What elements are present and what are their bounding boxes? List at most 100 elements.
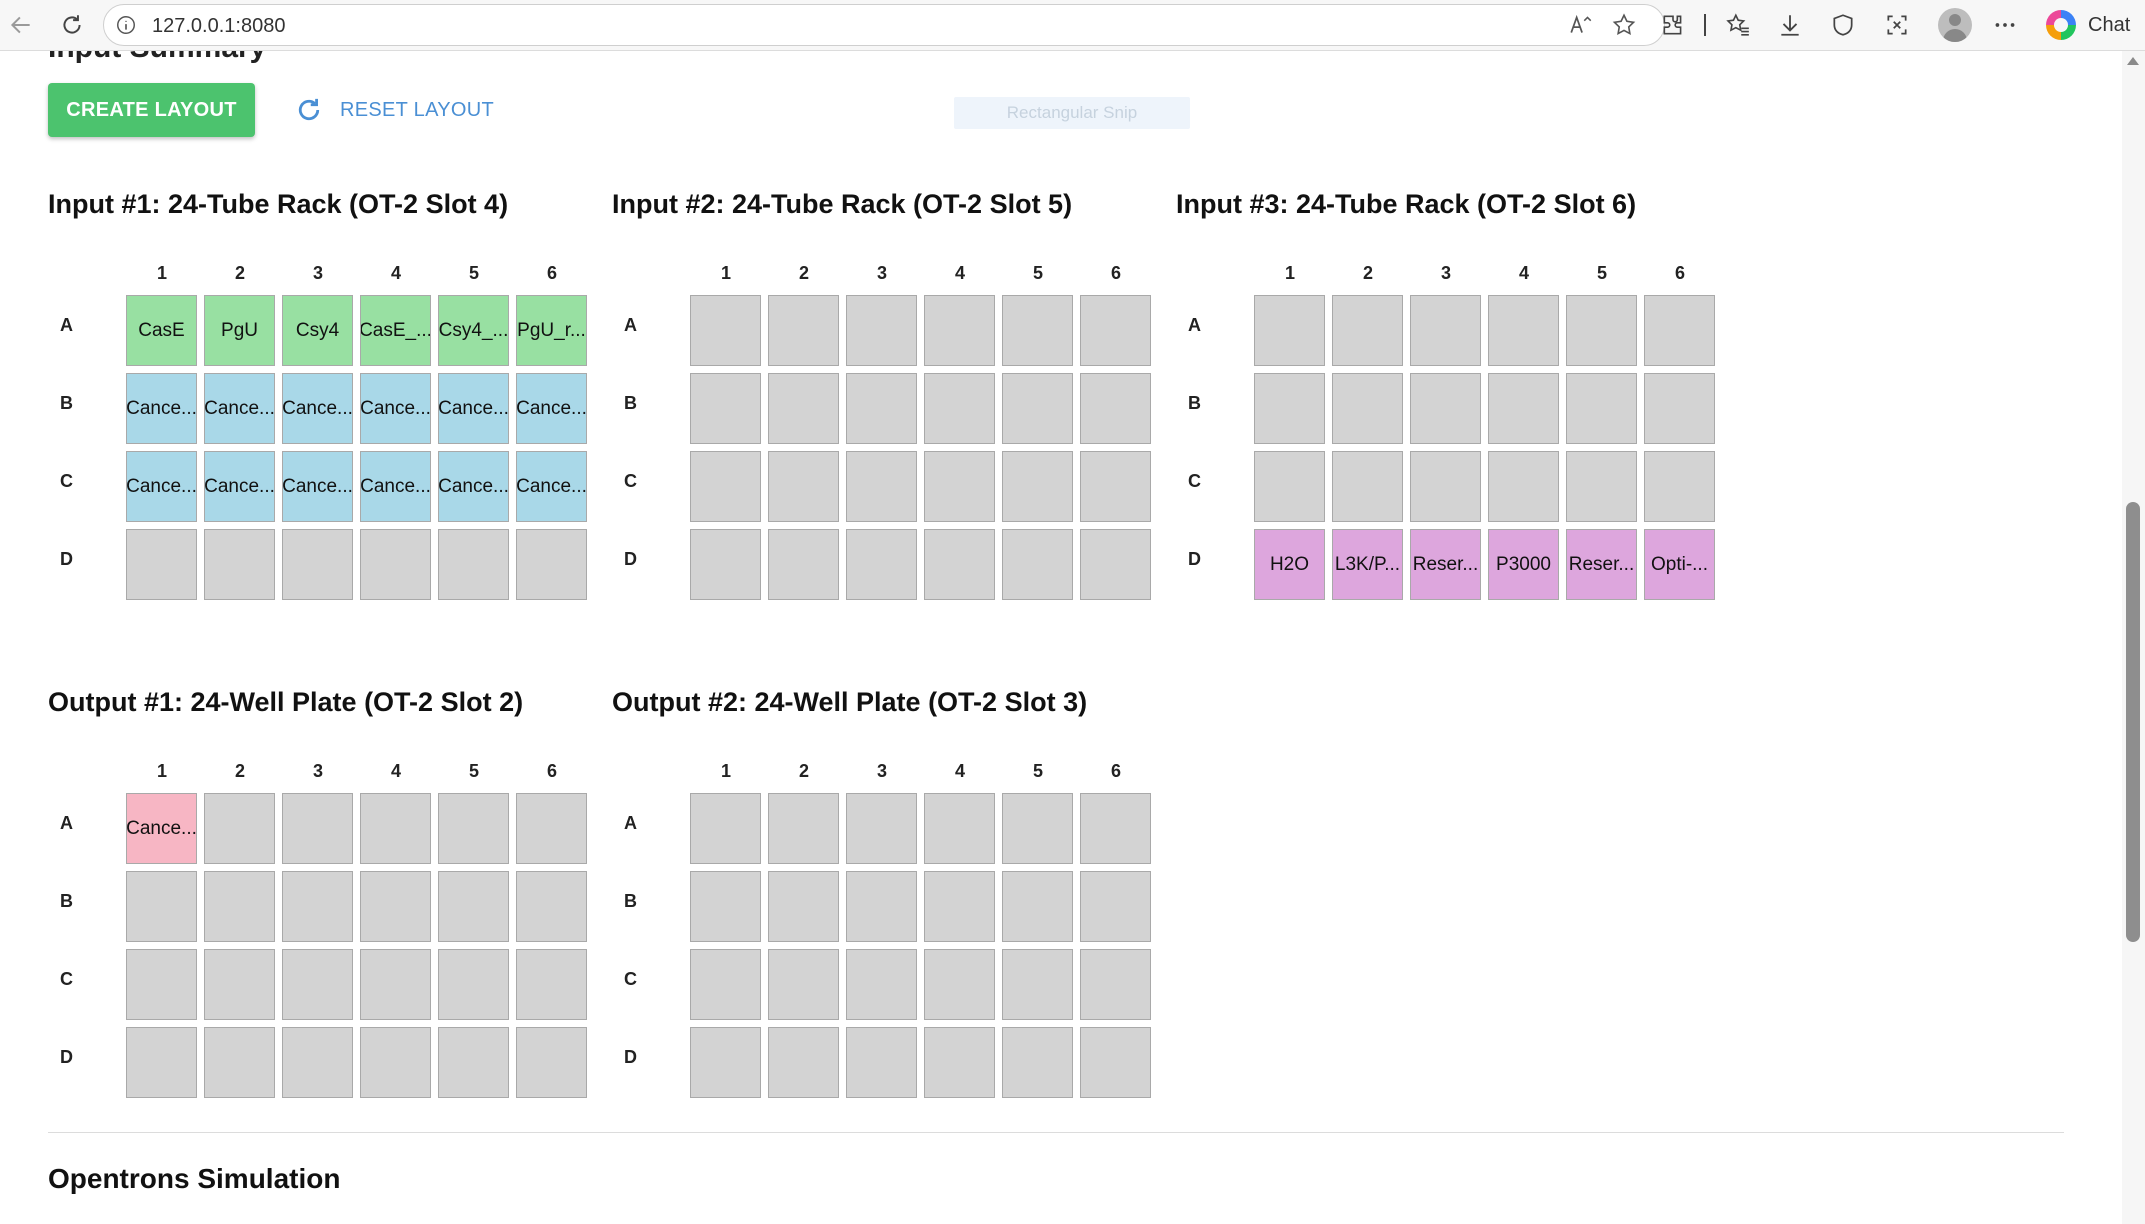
well-d1[interactable]	[126, 529, 197, 600]
scrollbar-thumb[interactable]	[2126, 502, 2140, 942]
well-d5[interactable]	[1002, 529, 1073, 600]
well-c3[interactable]	[846, 949, 917, 1020]
well-c5[interactable]: Cance...	[438, 451, 509, 522]
well-a4[interactable]	[360, 793, 431, 864]
well-c4[interactable]	[924, 949, 995, 1020]
well-a1[interactable]	[1254, 295, 1325, 366]
well-b6[interactable]: Cance...	[516, 373, 587, 444]
well-d6[interactable]	[516, 1027, 587, 1098]
back-icon[interactable]	[4, 8, 38, 42]
well-b6[interactable]	[1080, 373, 1151, 444]
well-c5[interactable]	[1566, 451, 1637, 522]
well-c2[interactable]	[204, 949, 275, 1020]
well-b2[interactable]	[768, 871, 839, 942]
url-text[interactable]: 127.0.0.1:8080	[152, 15, 285, 38]
well-b2[interactable]	[204, 871, 275, 942]
well-b1[interactable]: Cance...	[126, 373, 197, 444]
well-c4[interactable]	[1488, 451, 1559, 522]
well-c4[interactable]: Cance...	[360, 451, 431, 522]
copilot-chat-button[interactable]: Chat	[2046, 6, 2142, 44]
well-c6[interactable]	[1644, 451, 1715, 522]
well-c1[interactable]	[690, 949, 761, 1020]
well-c2[interactable]	[1332, 451, 1403, 522]
well-d3[interactable]	[282, 529, 353, 600]
well-d4[interactable]	[924, 1027, 995, 1098]
well-c3[interactable]: Cance...	[282, 451, 353, 522]
well-c3[interactable]	[1410, 451, 1481, 522]
well-b6[interactable]	[1644, 373, 1715, 444]
well-c1[interactable]	[690, 451, 761, 522]
well-c2[interactable]: Cance...	[204, 451, 275, 522]
well-d5[interactable]: Reser...	[1566, 529, 1637, 600]
well-c1[interactable]	[1254, 451, 1325, 522]
well-d3[interactable]	[846, 529, 917, 600]
well-d6[interactable]	[516, 529, 587, 600]
well-d1[interactable]: H2O	[1254, 529, 1325, 600]
well-d1[interactable]	[126, 1027, 197, 1098]
well-b2[interactable]	[768, 373, 839, 444]
well-c6[interactable]	[1080, 949, 1151, 1020]
well-b1[interactable]	[1254, 373, 1325, 444]
well-b3[interactable]	[1410, 373, 1481, 444]
well-a4[interactable]	[1488, 295, 1559, 366]
well-b5[interactable]	[438, 871, 509, 942]
create-layout-button[interactable]: CREATE LAYOUT	[48, 83, 255, 137]
well-d5[interactable]	[1002, 1027, 1073, 1098]
favorite-star-icon[interactable]	[1607, 8, 1641, 42]
well-d4[interactable]	[924, 529, 995, 600]
well-b4[interactable]: Cance...	[360, 373, 431, 444]
favorites-icon[interactable]	[1721, 8, 1755, 42]
well-d2[interactable]	[204, 1027, 275, 1098]
well-a4[interactable]	[924, 793, 995, 864]
screenshot-icon[interactable]	[1880, 8, 1914, 42]
info-icon[interactable]	[114, 13, 138, 37]
well-b3[interactable]	[846, 871, 917, 942]
read-aloud-icon[interactable]	[1564, 8, 1598, 42]
well-d4[interactable]	[360, 1027, 431, 1098]
reset-layout-button[interactable]: RESET LAYOUT	[292, 83, 502, 137]
well-c1[interactable]: Cance...	[126, 451, 197, 522]
well-b2[interactable]: Cance...	[204, 373, 275, 444]
well-b4[interactable]	[360, 871, 431, 942]
refresh-icon[interactable]	[55, 8, 89, 42]
well-a6[interactable]	[1080, 793, 1151, 864]
downloads-icon[interactable]	[1773, 8, 1807, 42]
well-b3[interactable]	[846, 373, 917, 444]
well-c6[interactable]	[516, 949, 587, 1020]
well-a5[interactable]	[1002, 295, 1073, 366]
well-a1[interactable]: CasE	[126, 295, 197, 366]
well-d5[interactable]	[438, 1027, 509, 1098]
well-a6[interactable]	[1644, 295, 1715, 366]
well-a4[interactable]: CasE_...	[360, 295, 431, 366]
well-b1[interactable]	[690, 871, 761, 942]
well-a6[interactable]	[516, 793, 587, 864]
well-a2[interactable]	[768, 793, 839, 864]
well-a2[interactable]	[768, 295, 839, 366]
well-d6[interactable]	[1080, 529, 1151, 600]
well-c4[interactable]	[360, 949, 431, 1020]
well-d6[interactable]	[1080, 1027, 1151, 1098]
well-a3[interactable]	[846, 295, 917, 366]
shield-icon[interactable]	[1826, 8, 1860, 42]
well-b3[interactable]: Cance...	[282, 373, 353, 444]
well-c6[interactable]	[1080, 451, 1151, 522]
extensions-icon[interactable]	[1656, 8, 1690, 42]
well-d5[interactable]	[438, 529, 509, 600]
well-c2[interactable]	[768, 949, 839, 1020]
well-c3[interactable]	[846, 451, 917, 522]
well-a2[interactable]: PgU	[204, 295, 275, 366]
well-d2[interactable]	[768, 529, 839, 600]
well-a6[interactable]	[1080, 295, 1151, 366]
well-c5[interactable]	[1002, 949, 1073, 1020]
well-d3[interactable]	[846, 1027, 917, 1098]
well-b5[interactable]	[1002, 373, 1073, 444]
well-b3[interactable]	[282, 871, 353, 942]
well-b4[interactable]	[924, 871, 995, 942]
well-a2[interactable]	[1332, 295, 1403, 366]
well-b1[interactable]	[690, 373, 761, 444]
well-c5[interactable]	[1002, 451, 1073, 522]
well-a1[interactable]: Cance...	[126, 793, 197, 864]
well-a3[interactable]	[1410, 295, 1481, 366]
well-d3[interactable]: Reser...	[1410, 529, 1481, 600]
well-b6[interactable]	[1080, 871, 1151, 942]
